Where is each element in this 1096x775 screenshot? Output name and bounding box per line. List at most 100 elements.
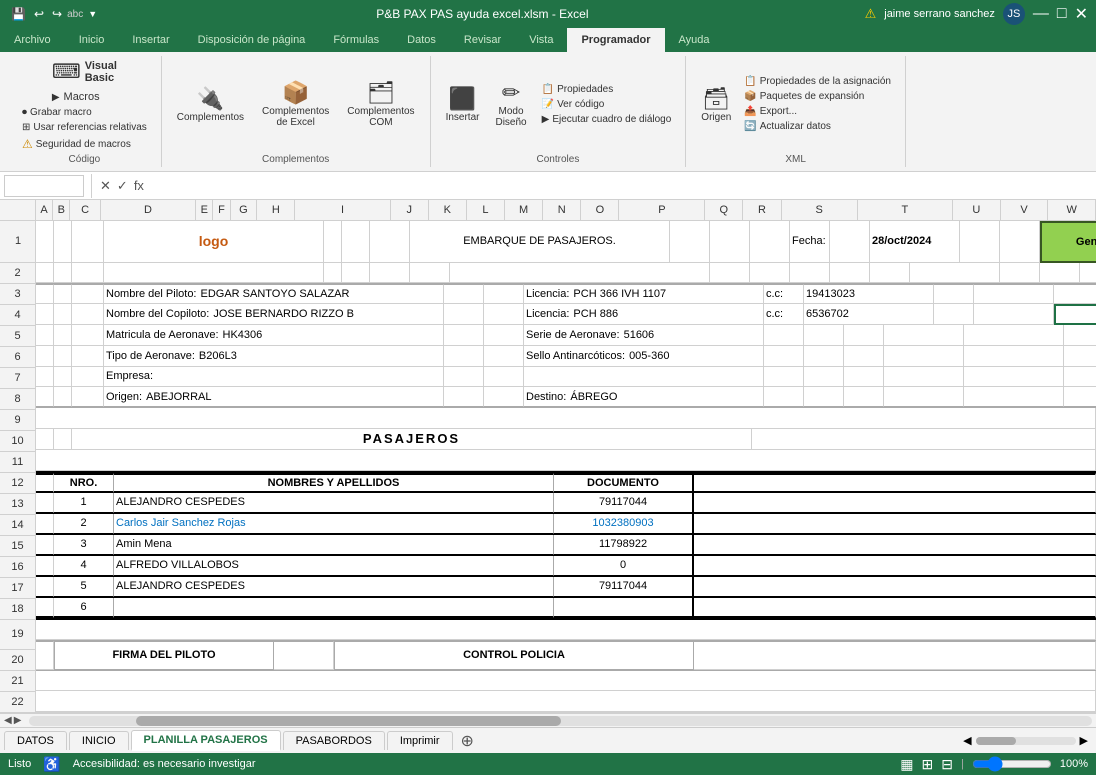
cell-Q1[interactable]	[960, 221, 1000, 263]
cell-A12[interactable]	[36, 473, 54, 493]
cell-J1[interactable]	[670, 221, 710, 263]
formula-input[interactable]	[149, 180, 1096, 192]
row-12[interactable]: 12	[0, 473, 35, 494]
col-H[interactable]: H	[257, 200, 295, 220]
cell-Q2[interactable]	[1040, 263, 1080, 284]
cell-C4[interactable]	[72, 304, 104, 325]
sheet-tab-pasabordos[interactable]: PASABORDOS	[283, 731, 385, 750]
cell-R5[interactable]	[844, 325, 884, 346]
cell-p3-nombre[interactable]: Amin Mena	[114, 535, 554, 555]
row-4[interactable]: 4	[0, 305, 35, 326]
tab-ayuda[interactable]: Ayuda	[665, 28, 724, 52]
col-S[interactable]: S	[782, 200, 858, 220]
cell-control[interactable]: CONTROL POLICIA	[334, 641, 694, 669]
cell-A13[interactable]	[36, 493, 54, 513]
cell-K8[interactable]	[484, 387, 524, 407]
row-1[interactable]: 1	[0, 221, 36, 263]
cell-J4[interactable]	[444, 304, 484, 325]
cell-S7[interactable]	[884, 367, 964, 388]
cell-M1[interactable]: Fecha:	[790, 221, 830, 263]
cell-p3-doc[interactable]: 11798922	[554, 535, 694, 555]
cell-A7[interactable]	[36, 367, 54, 388]
visual-basic-button[interactable]: ⌨ Visual Basic	[47, 56, 122, 87]
cell-copilot-row[interactable]: Nombre del Copiloto: JOSE BERNARDO RIZZO…	[104, 304, 444, 325]
col-J[interactable]: J	[391, 200, 429, 220]
cell-C8[interactable]	[72, 387, 104, 407]
col-R[interactable]: R	[743, 200, 781, 220]
cell-P6[interactable]	[764, 346, 804, 367]
cell-K4[interactable]	[484, 304, 524, 325]
cell-R6[interactable]	[844, 346, 884, 367]
cell-K1[interactable]	[710, 221, 750, 263]
cell-A1[interactable]	[36, 221, 54, 263]
sheet-tab-planilla[interactable]: PLANILLA PASAJEROS	[131, 730, 281, 751]
cell-p1-doc[interactable]: 79117044	[554, 493, 694, 513]
cell-P8[interactable]	[764, 387, 804, 407]
tab-revisar[interactable]: Revisar	[450, 28, 515, 52]
cell-A17[interactable]	[36, 577, 54, 597]
row-9[interactable]: 9	[0, 410, 35, 431]
col-F[interactable]: F	[213, 200, 230, 220]
cell-A18[interactable]	[36, 598, 54, 618]
cell-sello-row[interactable]: Sello Antinarcóticos: 005-360	[524, 346, 764, 367]
cell-rest13[interactable]	[694, 493, 1096, 513]
cell-A6[interactable]	[36, 346, 54, 367]
cell-R1[interactable]	[1000, 221, 1040, 263]
tab-disposicion[interactable]: Disposición de página	[184, 28, 320, 52]
cell-Q6[interactable]	[804, 346, 844, 367]
cell-row11[interactable]	[36, 450, 1096, 471]
col-Q[interactable]: Q	[705, 200, 743, 220]
close-button[interactable]: ✕	[1075, 4, 1088, 24]
cell-K6[interactable]	[484, 346, 524, 367]
col-U[interactable]: U	[953, 200, 1001, 220]
insert-function-button[interactable]: fx	[132, 176, 146, 196]
cell-row22[interactable]	[36, 691, 1096, 712]
tab-archivo[interactable]: Archivo	[0, 28, 65, 52]
cell-origen-row[interactable]: Origen: ABEJORRAL	[104, 387, 444, 407]
cell-O2[interactable]	[910, 263, 1000, 284]
cell-P5[interactable]	[764, 325, 804, 346]
cell-B2[interactable]	[54, 263, 72, 284]
cell-U5[interactable]	[1064, 325, 1096, 346]
tab-programador[interactable]: Programador	[567, 28, 664, 52]
cell-K2[interactable]	[750, 263, 790, 284]
complementos-button[interactable]: 🔌 Complementos	[172, 83, 249, 126]
ejecutar-cuadro-button[interactable]: ▶ Ejecutar cuadro de diálogo	[538, 113, 676, 126]
cell-Q8[interactable]	[804, 387, 844, 407]
cell-S3[interactable]	[974, 284, 1054, 304]
sheet-tab-imprimir[interactable]: Imprimir	[387, 731, 453, 750]
cell-P7[interactable]	[764, 367, 804, 388]
cell-p1-nro[interactable]: 1	[54, 493, 114, 513]
exportar-button[interactable]: 📤 Export...	[740, 105, 895, 118]
cell-A4[interactable]	[36, 304, 54, 325]
cell-N2[interactable]	[870, 263, 910, 284]
page-layout-button[interactable]: ⊞	[922, 756, 934, 773]
col-O[interactable]: O	[581, 200, 619, 220]
cell-p3-nro[interactable]: 3	[54, 535, 114, 555]
cell-documento-header[interactable]: DOCUMENTO	[554, 473, 694, 493]
cell-rest12[interactable]	[694, 473, 1096, 493]
cell-T4[interactable]	[1054, 304, 1096, 325]
col-E[interactable]: E	[196, 200, 213, 220]
redo-button[interactable]: ↪	[49, 5, 65, 23]
cell-p5-nro[interactable]: 5	[54, 577, 114, 597]
undo-button[interactable]: ↩	[31, 5, 47, 23]
minimize-button[interactable]: —	[1033, 5, 1049, 23]
cell-pasajeros-title[interactable]: PASAJEROS	[72, 429, 752, 450]
col-A[interactable]: A	[36, 200, 53, 220]
complementos-excel-button[interactable]: 📦 Complementosde Excel	[257, 77, 334, 131]
cell-p4-nombre[interactable]: ALFREDO VILLALOBOS	[114, 556, 554, 576]
cell-I2[interactable]	[450, 263, 710, 284]
cell-rest14[interactable]	[694, 514, 1096, 534]
cell-J7[interactable]	[444, 367, 484, 388]
save-button[interactable]: 💾	[8, 5, 29, 23]
cell-C3[interactable]	[72, 284, 104, 304]
cell-L1[interactable]	[750, 221, 790, 263]
col-W[interactable]: W	[1048, 200, 1096, 220]
cell-firma[interactable]: FIRMA DEL PILOTO	[54, 641, 274, 669]
cell-B5[interactable]	[54, 325, 72, 346]
cell-S8[interactable]	[884, 387, 964, 407]
col-P[interactable]: P	[619, 200, 705, 220]
cell-C5[interactable]	[72, 325, 104, 346]
cell-empresa-val[interactable]	[524, 367, 764, 388]
